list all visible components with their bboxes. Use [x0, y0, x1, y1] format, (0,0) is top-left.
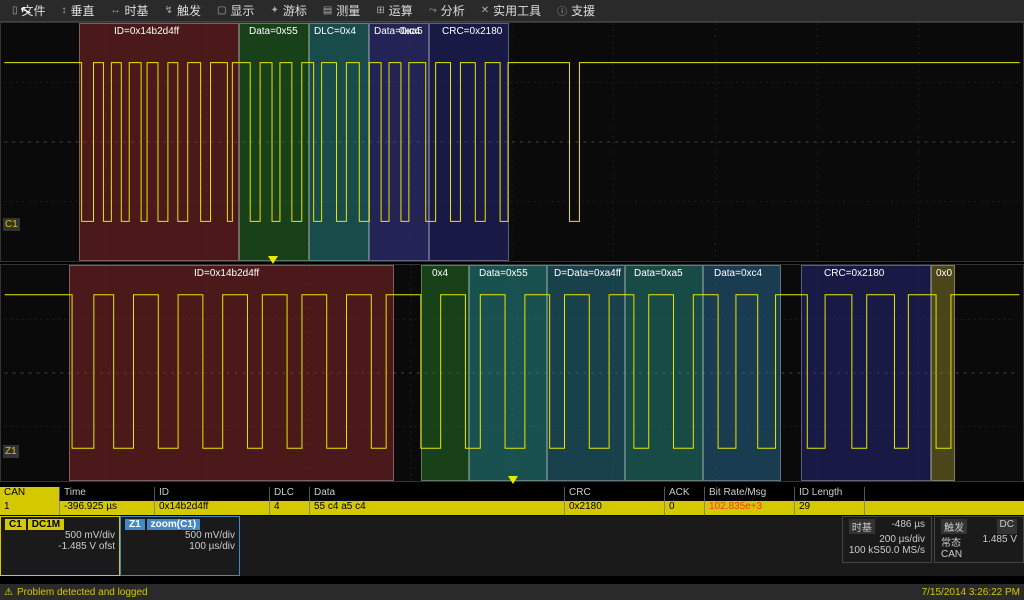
menu-cursors[interactable]: ✦ 游标	[262, 2, 314, 19]
channel-box-z1[interactable]: Z1 zoom(C1) 500 mV/div 100 µs/div	[120, 516, 240, 576]
th-protocol[interactable]: CAN	[0, 487, 60, 501]
menu-support[interactable]: ⓘ 支援	[549, 2, 603, 19]
zoom-marker-left[interactable]	[268, 256, 278, 264]
menu-support-label: 支援	[571, 2, 595, 19]
td-time: -396.925 µs	[60, 501, 155, 515]
trigger-marker[interactable]	[508, 476, 518, 484]
right-info: 时基 -486 µs 200 µs/div 100 kS50.0 MS/s 触发 D…	[842, 516, 1024, 563]
td-id: 0x14b2d4ff	[155, 501, 270, 515]
menu-cursors-label: 游标	[283, 2, 307, 19]
menu-display-label: 显示	[230, 2, 254, 19]
waveform-zoom[interactable]: ID=0x14b2d4ff 0x4 Data=0x55 D=Data=0xa4f…	[0, 264, 1024, 482]
th-crc[interactable]: CRC	[565, 487, 665, 501]
c1-coupling: DC1M	[28, 519, 64, 530]
menu-math-label: 运算	[389, 2, 413, 19]
menu-vertical[interactable]: ↕ 垂直	[54, 2, 103, 19]
support-icon: ⓘ	[557, 3, 567, 18]
menu-analysis[interactable]: ⤳ 分析	[421, 2, 473, 19]
status-datetime: 7/15/2014 3:26:22 PM	[922, 587, 1020, 598]
trigger-mode: 常态	[941, 534, 961, 549]
trigger-label: 触发	[941, 519, 967, 534]
channel-label-c1: C1	[3, 218, 20, 231]
trigger-level: 1.485 V	[983, 534, 1017, 549]
timebase-tdiv: 200 µs/div	[849, 534, 925, 545]
utilities-icon: ✕	[481, 5, 489, 16]
z1-badge: Z1	[125, 519, 145, 530]
th-bitrate[interactable]: Bit Rate/Msg	[705, 487, 795, 501]
td-data: 55 c4 a5 c4	[310, 501, 565, 515]
analysis-icon: ⤳	[429, 5, 437, 16]
menu-utilities[interactable]: ✕ 实用工具	[473, 2, 549, 19]
zoom-signal-svg	[1, 265, 1023, 481]
c1-offset: -1.485 V ofst	[5, 541, 115, 552]
td-idlen: 29	[795, 501, 865, 515]
c1-badge: C1	[5, 519, 26, 530]
th-dlc[interactable]: DLC	[270, 487, 310, 501]
z1-label: zoom(C1)	[147, 519, 201, 530]
timebase-delay: -486 µs	[891, 519, 925, 534]
status-message: Problem detected and logged	[17, 587, 148, 598]
trigger-source: CAN	[941, 549, 1017, 560]
status-bar: ⚠ Problem detected and logged 7/15/2014 3…	[0, 584, 1024, 600]
menu-math[interactable]: ⊞ 运算	[368, 2, 420, 19]
th-id[interactable]: ID	[155, 487, 270, 501]
z1-vdiv: 500 mV/div	[125, 530, 235, 541]
menu-file[interactable]: ▯ 文件	[4, 2, 54, 19]
z1-tdiv: 100 µs/div	[125, 541, 235, 552]
menu-display[interactable]: ▢ 显示	[209, 2, 262, 19]
menu-utilities-label: 实用工具	[493, 2, 541, 19]
decode-table: CAN Time ID DLC Data CRC ACK Bit Rate/Ms…	[0, 487, 1024, 515]
signal-svg	[1, 23, 1023, 261]
menubar: ▯ 文件 ↕ 垂直 ↔ 时基 ↯ 触发 ▢ 显示 ✦ 游标 ▤ 测量 ⊞ 运算 ⤳ 分析 ✕ 实用工…	[0, 0, 1024, 22]
measure-icon: ▤	[323, 5, 332, 16]
trigger-icon: ↯	[165, 5, 173, 16]
menu-timebase-label: 时基	[125, 2, 149, 19]
waveform-main[interactable]: ID=0x14b2d4ff Data=0x55 DLC=0x4 Data=0xa…	[0, 22, 1024, 262]
table-row[interactable]: 1 -396.925 µs 0x14b2d4ff 4 55 c4 a5 c4 0…	[0, 501, 1024, 515]
menu-measure[interactable]: ▤ 测量	[315, 2, 368, 19]
math-icon: ⊞	[376, 5, 384, 16]
menu-file-label: 文件	[22, 2, 46, 19]
timebase-rate: 50.0 MS/s	[880, 545, 925, 556]
timebase-label: 时基	[849, 519, 875, 534]
channel-box-c1[interactable]: C1 DC1M 500 mV/div -1.485 V ofst	[0, 516, 120, 576]
trigger-coupling: DC	[997, 519, 1017, 534]
td-ack: 0	[665, 501, 705, 515]
cursors-icon: ✦	[270, 5, 278, 16]
warning-icon: ⚠	[4, 587, 13, 598]
td-crc: 0x2180	[565, 501, 665, 515]
menu-measure-label: 测量	[336, 2, 360, 19]
menu-vertical-label: 垂直	[71, 2, 95, 19]
th-ack[interactable]: ACK	[665, 487, 705, 501]
trigger-box[interactable]: 触发 DC 常态 1.485 V CAN	[934, 516, 1024, 563]
c1-vdiv: 500 mV/div	[5, 530, 115, 541]
channel-label-z1: Z1	[3, 445, 19, 458]
file-icon: ▯	[12, 5, 18, 16]
timebase-box[interactable]: 时基 -486 µs 200 µs/div 100 kS50.0 MS/s	[842, 516, 932, 563]
display-icon: ▢	[217, 5, 226, 16]
th-data[interactable]: Data	[310, 487, 565, 501]
timebase-icon: ↔	[111, 5, 121, 16]
table-header: CAN Time ID DLC Data CRC ACK Bit Rate/Ms…	[0, 487, 1024, 501]
td-idx: 1	[0, 501, 60, 515]
channel-info-bar: C1 DC1M 500 mV/div -1.485 V ofst Z1 zoom…	[0, 516, 1024, 576]
menu-trigger-label: 触发	[177, 2, 201, 19]
menu-timebase[interactable]: ↔ 时基	[103, 2, 157, 19]
timebase-samples: 100 kS	[849, 545, 880, 556]
td-dlc: 4	[270, 501, 310, 515]
menu-analysis-label: 分析	[441, 2, 465, 19]
th-time[interactable]: Time	[60, 487, 155, 501]
vertical-icon: ↕	[62, 5, 67, 16]
th-idlen[interactable]: ID Length	[795, 487, 865, 501]
menu-trigger[interactable]: ↯ 触发	[157, 2, 209, 19]
td-bitrate: 102.835e+3	[705, 501, 795, 515]
